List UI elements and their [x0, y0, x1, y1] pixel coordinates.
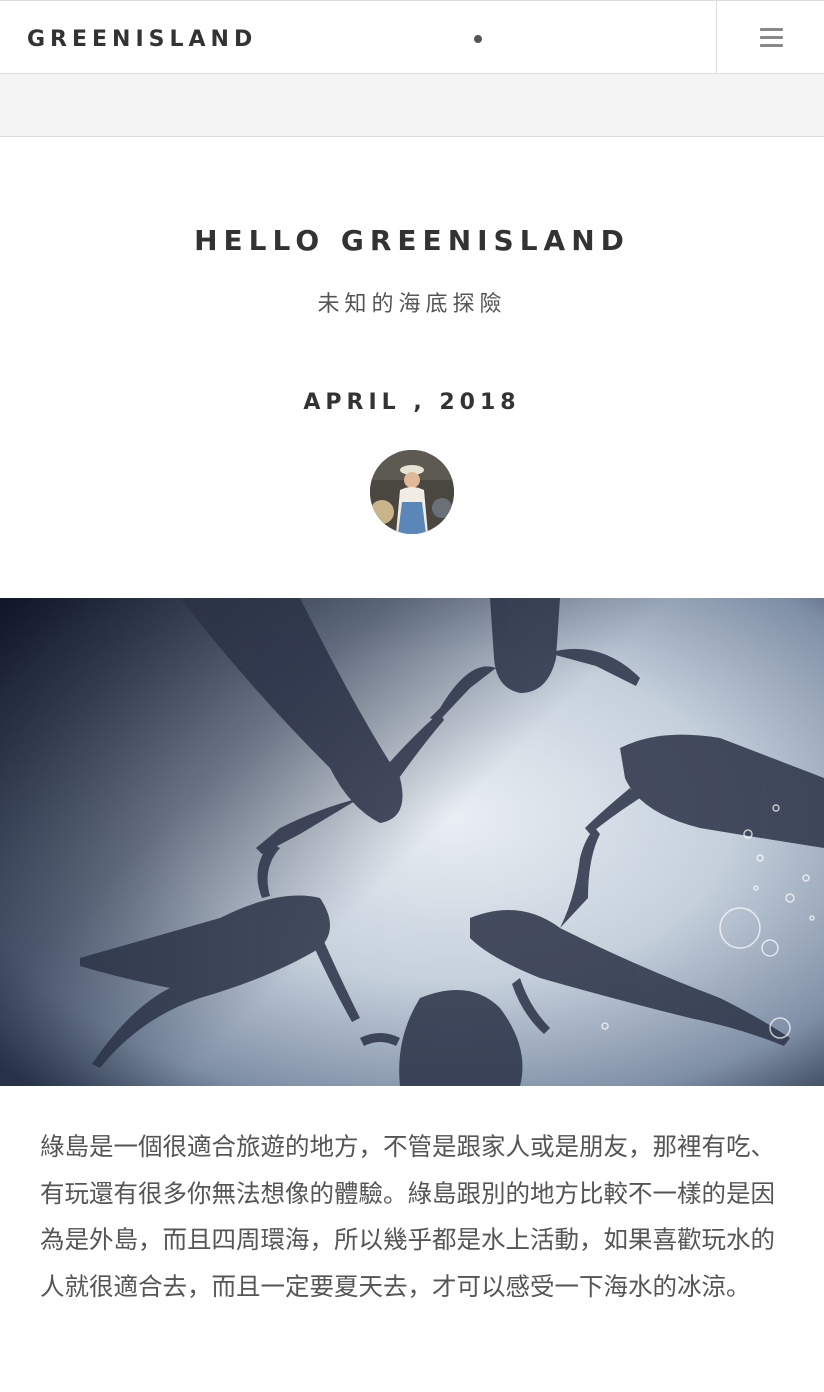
hamburger-bar	[760, 36, 783, 39]
post-date: APRIL , 2018	[303, 390, 521, 415]
underwater-divers-photo	[0, 598, 824, 1086]
hamburger-bar	[760, 28, 783, 31]
underwater-photo-image	[0, 598, 824, 1086]
author-avatar[interactable]	[370, 450, 454, 534]
hamburger-bar	[760, 44, 783, 47]
sub-navbar	[0, 74, 824, 137]
brand-logo-link[interactable]: GREENISLAND	[27, 27, 257, 52]
post-body-text: 綠島是一個很適合旅遊的地方，不管是跟家人或是朋友，那裡有吃、有玩還有很多你無法想…	[40, 1132, 775, 1301]
post-title: HELLO GREENISLAND	[194, 224, 630, 257]
hamburger-menu-button[interactable]	[716, 1, 824, 74]
avatar-portrait-image	[370, 450, 454, 534]
top-navbar: GREENISLAND	[0, 0, 824, 74]
post-subtitle: 未知的海底探險	[317, 292, 507, 317]
dot-indicator-icon	[474, 35, 482, 43]
